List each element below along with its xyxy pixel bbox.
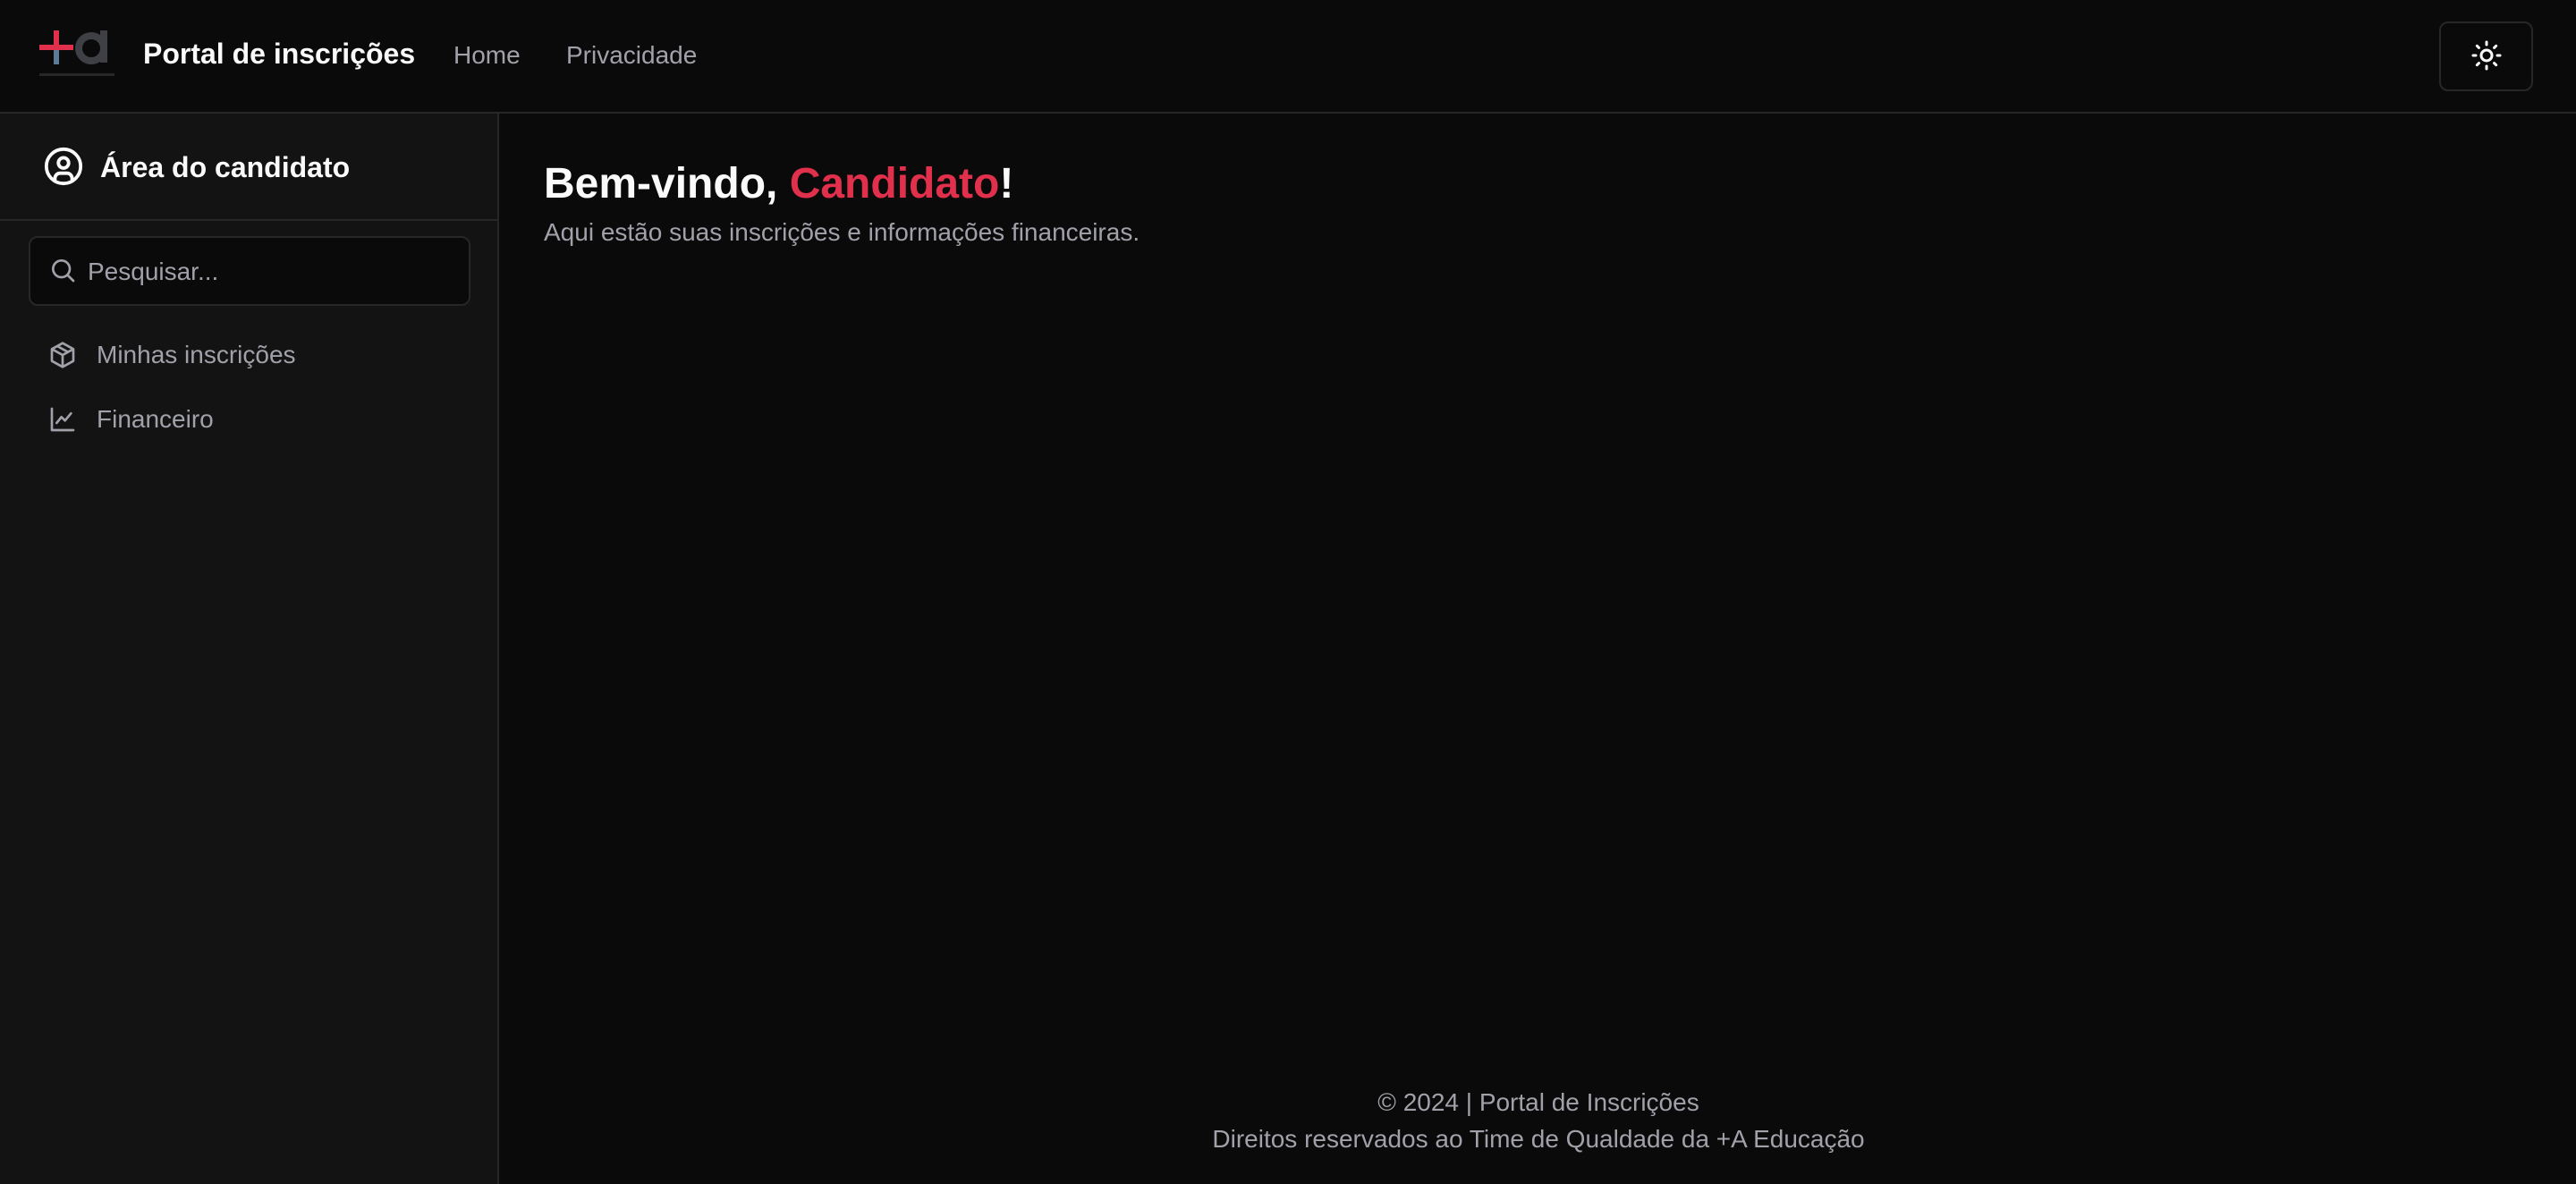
sidebar-item-label: Financeiro — [97, 405, 214, 433]
sidebar-item-minhas-inscricoes[interactable]: Minhas inscrições — [36, 330, 465, 380]
theme-toggle-button[interactable] — [2439, 21, 2533, 91]
sidebar-header: Área do candidato — [0, 114, 497, 221]
nav-home-link[interactable]: Home — [453, 41, 521, 70]
search-input[interactable] — [88, 254, 445, 290]
nav-privacy-link[interactable]: Privacidade — [566, 41, 697, 70]
footer-rights: Direitos reservados ao Time de Qualdade … — [1212, 1125, 1865, 1153]
top-header: Portal de inscrições Home Privacidade — [0, 0, 2576, 114]
plus-a-logo-icon[interactable] — [39, 25, 118, 82]
sun-icon — [2470, 39, 2503, 74]
sidebar-item-financeiro[interactable]: Financeiro — [36, 394, 465, 444]
sidebar: Área do candidato Minhas inscrições — [0, 114, 499, 1184]
candidate-name: Candidato — [789, 160, 1000, 207]
welcome-subtitle: Aqui estão suas inscrições e informações… — [544, 218, 1140, 246]
sidebar-item-label: Minhas inscrições — [97, 341, 296, 368]
search-icon — [48, 256, 77, 284]
welcome-heading: Bem-vindo, Candidato! — [544, 159, 1013, 208]
sidebar-title: Área do candidato — [100, 151, 351, 183]
user-circle-icon — [43, 146, 84, 187]
greeting-suffix: ! — [999, 160, 1014, 207]
search-box[interactable] — [29, 236, 470, 306]
package-icon — [48, 341, 77, 369]
footer: © 2024 | Portal de Inscrições Direitos r… — [501, 1084, 2576, 1157]
brand-title[interactable]: Portal de inscrições — [143, 38, 415, 71]
greeting-prefix: Bem-vindo, — [544, 160, 790, 207]
line-chart-icon — [48, 405, 77, 434]
footer-copyright: © 2024 | Portal de Inscrições — [1377, 1088, 1699, 1116]
